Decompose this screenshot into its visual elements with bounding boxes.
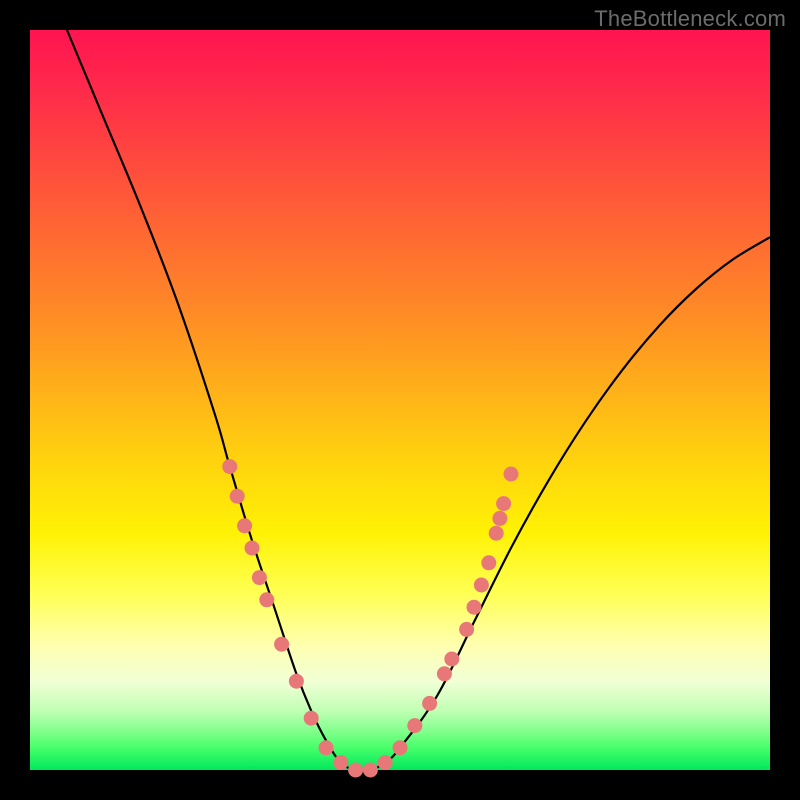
data-point — [492, 511, 507, 526]
data-point — [348, 763, 363, 778]
chart-plot-area — [30, 30, 770, 770]
data-point — [467, 600, 482, 615]
data-point — [333, 755, 348, 770]
data-point — [319, 740, 334, 755]
data-point — [259, 592, 274, 607]
data-point — [489, 526, 504, 541]
data-point — [444, 652, 459, 667]
data-point — [393, 740, 408, 755]
data-point — [481, 555, 496, 570]
data-point — [474, 578, 489, 593]
data-point — [252, 570, 267, 585]
data-point — [378, 755, 393, 770]
data-point — [422, 696, 437, 711]
bottleneck-curve — [67, 30, 770, 771]
data-point — [274, 637, 289, 652]
data-point — [496, 496, 511, 511]
data-point — [437, 666, 452, 681]
data-point — [245, 541, 260, 556]
data-point — [304, 711, 319, 726]
data-points-group — [222, 459, 518, 777]
data-point — [222, 459, 237, 474]
chart-svg — [30, 30, 770, 770]
chart-frame: TheBottleneck.com — [0, 0, 800, 800]
watermark-text: TheBottleneck.com — [594, 6, 786, 32]
data-point — [230, 489, 245, 504]
data-point — [289, 674, 304, 689]
data-point — [407, 718, 422, 733]
data-point — [504, 467, 519, 482]
data-point — [237, 518, 252, 533]
data-point — [459, 622, 474, 637]
data-point — [363, 763, 378, 778]
